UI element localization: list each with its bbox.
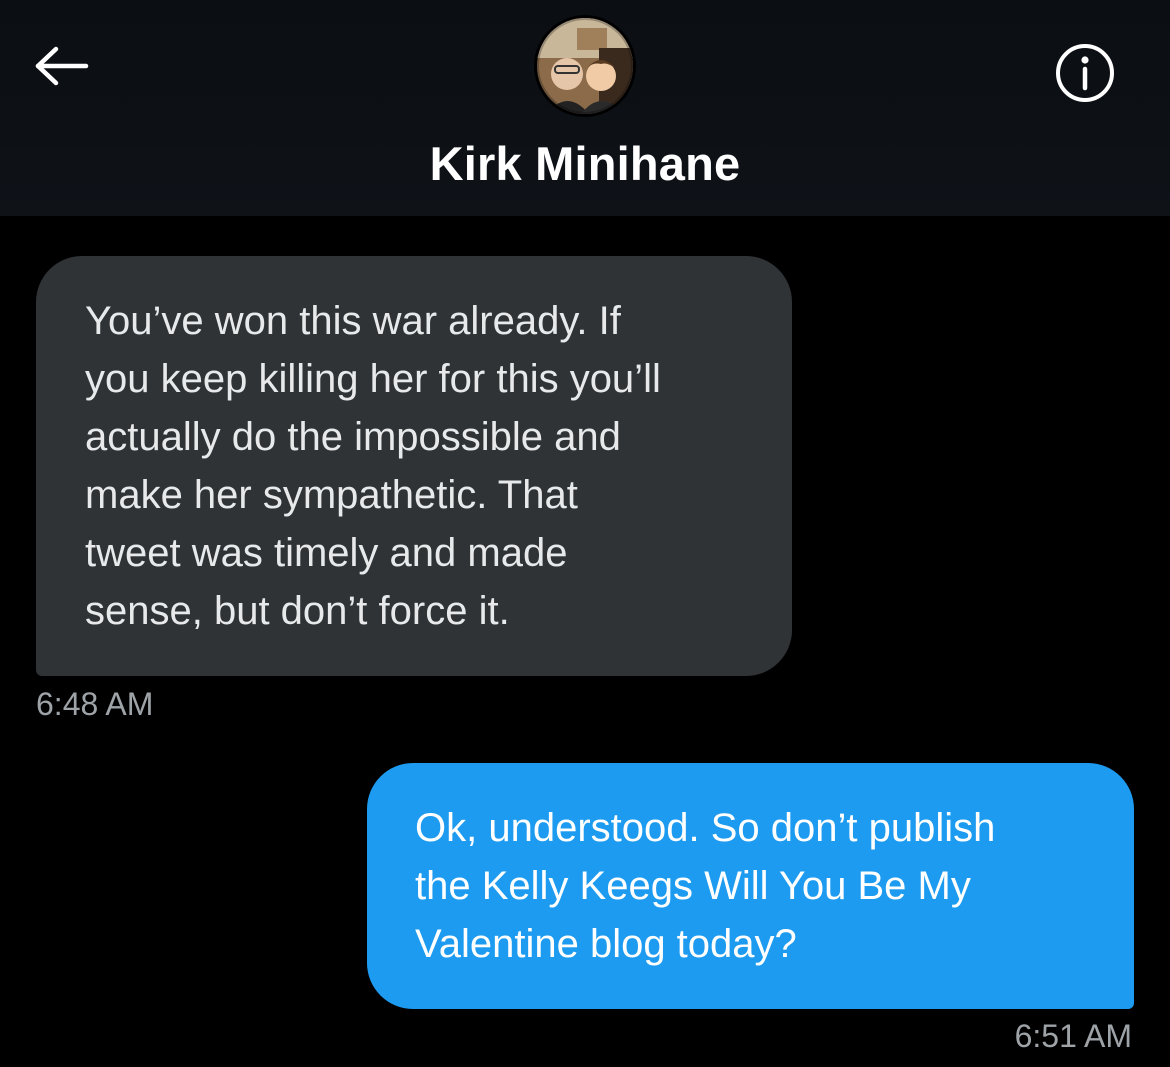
outgoing-message-bubble[interactable]: Ok, understood. So don’t publish the Kel…	[367, 763, 1134, 1009]
back-button[interactable]	[26, 36, 96, 96]
contact-name[interactable]: Kirk Minihane	[0, 136, 1170, 191]
message-text: You’ve won this war already. If you keep…	[85, 299, 661, 633]
message-timestamp: 6:51 AM	[1014, 1018, 1132, 1054]
incoming-message-bubble[interactable]: You’ve won this war already. If you keep…	[36, 256, 792, 676]
message-text: Ok, understood. So don’t publish the Kel…	[415, 806, 996, 966]
contact-avatar[interactable]	[537, 18, 633, 114]
avatar-photo	[537, 18, 633, 114]
arrow-left-icon	[35, 46, 89, 86]
conversation-header: Kirk Minihane	[0, 0, 1170, 216]
info-button[interactable]	[1052, 40, 1118, 106]
info-circle-icon	[1056, 44, 1114, 102]
message-timestamp: 6:48 AM	[36, 686, 154, 722]
